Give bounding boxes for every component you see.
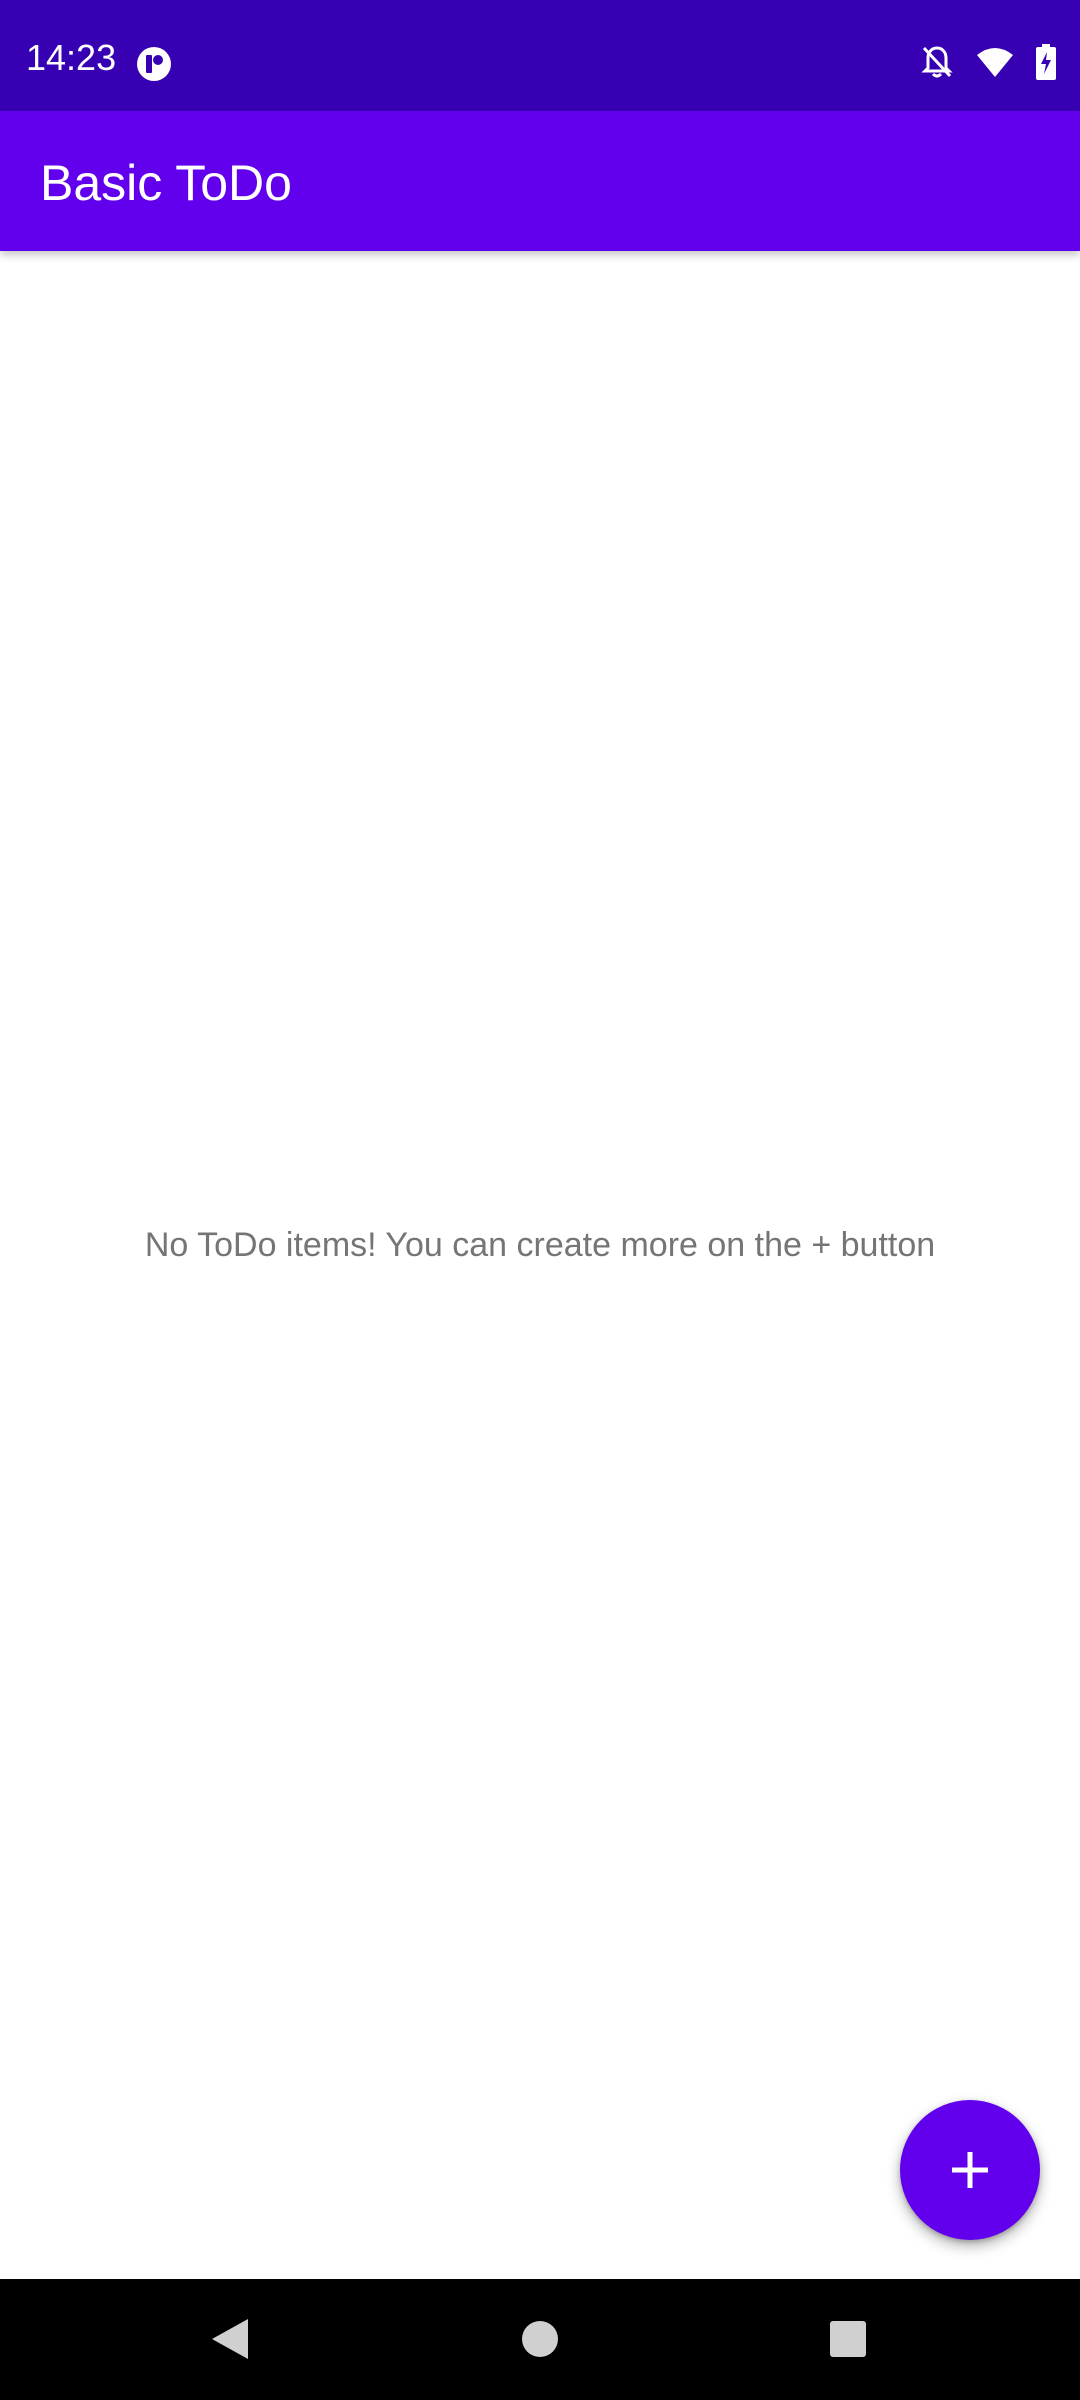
app-notification-icon [136, 46, 172, 82]
status-bar: 14:23 [0, 0, 1080, 111]
back-button[interactable] [200, 2309, 260, 2369]
home-icon [522, 2321, 558, 2357]
add-todo-button[interactable] [900, 2100, 1040, 2240]
recents-button[interactable] [818, 2309, 878, 2369]
app-title: Basic ToDo [40, 155, 292, 211]
wifi-icon [976, 46, 1014, 83]
home-button[interactable] [510, 2309, 570, 2369]
back-icon [212, 2319, 248, 2359]
app-bar: Basic ToDo [0, 111, 1080, 251]
navigation-bar [0, 2279, 1080, 2400]
todo-list-area: No ToDo items! You can create more on th… [0, 251, 1080, 2279]
status-time: 14:23 [26, 37, 117, 78]
bell-off-icon [920, 44, 954, 85]
empty-state-message: No ToDo items! You can create more on th… [144, 1226, 936, 1264]
recents-icon [830, 2321, 866, 2357]
plus-icon [952, 2152, 988, 2188]
battery-charging-icon [1036, 43, 1056, 85]
status-icons [920, 43, 1056, 85]
